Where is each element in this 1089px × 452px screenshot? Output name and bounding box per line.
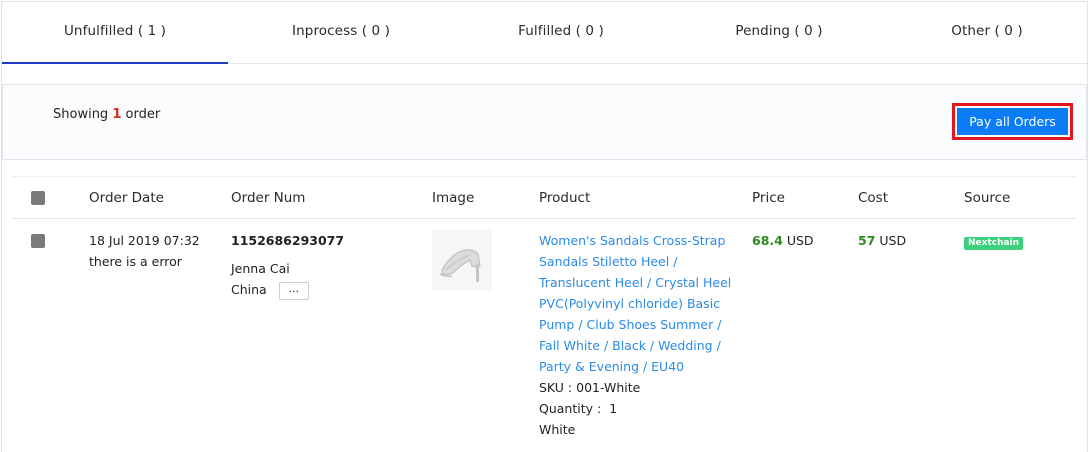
header-product: Product xyxy=(539,190,591,206)
source-cell: Nextchain xyxy=(964,230,1024,251)
pay-all-orders-button[interactable]: Pay all Orders xyxy=(957,108,1068,135)
product-title-line: Pump / Club Shoes Summer / xyxy=(539,317,722,332)
order-status-tabs: Unfulfilled ( 1 ) Inprocess ( 0 ) Fulfil… xyxy=(2,2,1087,64)
order-date-cell: 18 Jul 2019 07:32 there is a error xyxy=(89,230,200,272)
quantity-label: Quantity : xyxy=(539,401,602,416)
tab-label: Fulfilled ( 0 ) xyxy=(518,23,604,39)
tab-label: Inprocess ( 0 ) xyxy=(292,23,390,39)
header-image: Image xyxy=(432,190,475,206)
product-title-line: Translucent Heel / Crystal Heel xyxy=(539,275,732,290)
product-variant: White xyxy=(539,422,576,437)
tab-label: Pending ( 0 ) xyxy=(735,23,823,39)
sku-value: 001-White xyxy=(576,380,641,395)
product-quantity: Quantity : 1 xyxy=(539,398,744,419)
cost-value: 57 xyxy=(858,233,876,248)
price-currency: USD xyxy=(786,233,814,248)
product-title-line: Women's Sandals Cross-Strap xyxy=(539,233,726,248)
product-title-link[interactable]: Women's Sandals Cross-Strap Sandals Stil… xyxy=(539,230,744,377)
product-title-line: Sandals Stiletto Heel / xyxy=(539,254,678,269)
order-date: 18 Jul 2019 07:32 xyxy=(89,233,200,248)
quantity-value: 1 xyxy=(609,401,618,416)
order-num-cell: 1152686293077 Jenna Cai China... xyxy=(231,230,411,300)
customer-name: Jenna Cai xyxy=(231,261,290,276)
order-error-text: there is a error xyxy=(89,254,182,269)
header-cost: Cost xyxy=(858,190,889,206)
row-checkbox[interactable] xyxy=(31,234,45,248)
showing-count: 1 xyxy=(112,107,122,122)
product-sku: SKU : 001-White xyxy=(539,377,744,398)
product-title-line: PVC(Polyvinyl chloride) Basic xyxy=(539,296,721,311)
tab-label: Unfulfilled ( 1 ) xyxy=(63,23,167,39)
table-row: 18 Jul 2019 07:32 there is a error 11526… xyxy=(12,220,1076,452)
price-value: 68.4 xyxy=(752,233,783,248)
showing-count-text: Showing 1 order xyxy=(53,107,160,122)
header-order-date: Order Date xyxy=(89,190,164,206)
sku-label: SKU : xyxy=(539,380,573,395)
header-price: Price xyxy=(752,190,785,206)
tab-unfulfilled[interactable]: Unfulfilled ( 1 ) xyxy=(2,2,228,64)
order-number: 1152686293077 xyxy=(231,233,345,248)
price-cell: 68.4 USD xyxy=(752,230,814,251)
select-all-checkbox[interactable] xyxy=(31,191,45,205)
tab-inprocess[interactable]: Inprocess ( 0 ) xyxy=(228,2,454,64)
showing-prefix: Showing xyxy=(53,107,109,122)
source-badge: Nextchain xyxy=(964,237,1024,250)
customer-country-line: China... xyxy=(231,279,411,300)
tab-label: Other ( 0 ) xyxy=(951,23,1023,39)
tab-pending[interactable]: Pending ( 0 ) xyxy=(666,2,892,64)
tab-fulfilled[interactable]: Fulfilled ( 0 ) xyxy=(448,2,674,64)
showing-suffix: order xyxy=(125,107,161,122)
cost-currency: USD xyxy=(879,233,907,248)
pay-all-highlight: Pay all Orders xyxy=(952,103,1073,140)
more-details-button[interactable]: ... xyxy=(278,281,309,300)
header-order-num: Order Num xyxy=(231,190,306,206)
cost-cell: 57 USD xyxy=(858,230,906,251)
header-source: Source xyxy=(964,190,1011,206)
orders-summary-bar: Showing 1 order Pay all Orders xyxy=(2,84,1087,160)
customer-country: China xyxy=(231,282,267,297)
product-title-line: Party & Evening / EU40 xyxy=(539,359,685,374)
tab-other[interactable]: Other ( 0 ) xyxy=(874,2,1089,64)
product-title-line: Fall White / Black / Wedding / xyxy=(539,338,721,353)
table-header: Order Date Order Num Image Product Price… xyxy=(12,176,1076,219)
sandal-product-thumbnail xyxy=(432,230,492,290)
sandal-icon xyxy=(432,230,492,290)
product-cell: Women's Sandals Cross-Strap Sandals Stil… xyxy=(539,230,744,440)
